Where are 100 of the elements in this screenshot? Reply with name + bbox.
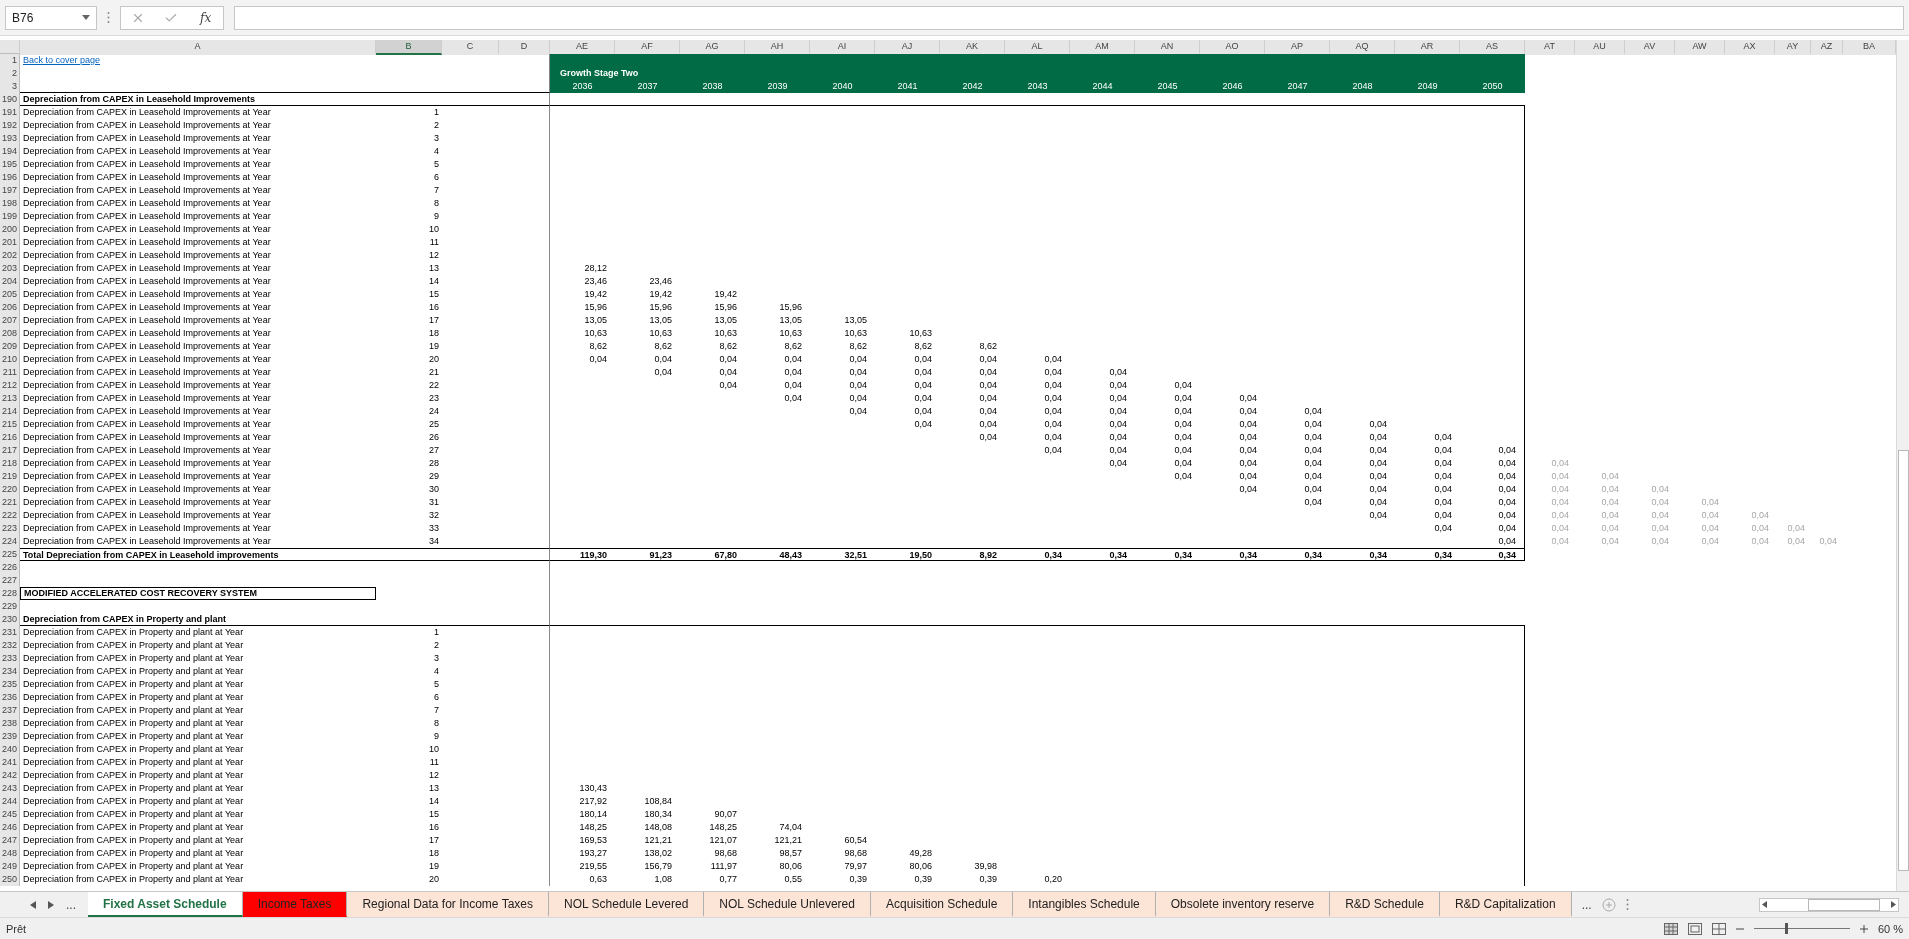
row-number[interactable]: 250 xyxy=(0,873,20,886)
more-sheets-right[interactable]: ... xyxy=(1581,897,1592,912)
sheet-tab[interactable]: Acquisition Schedule xyxy=(870,892,1014,917)
row-number[interactable]: 205 xyxy=(0,288,20,301)
column-header[interactable]: AV xyxy=(1625,40,1675,55)
sheet-tab[interactable]: Fixed Asset Schedule xyxy=(88,892,243,917)
sheet-tab[interactable]: Obsolete inventory reserve xyxy=(1155,892,1331,917)
row-number[interactable]: 247 xyxy=(0,834,20,847)
row-number[interactable]: 232 xyxy=(0,639,20,652)
row-number[interactable]: 200 xyxy=(0,223,20,236)
row-number[interactable]: 230 xyxy=(0,613,20,626)
row-number[interactable]: 196 xyxy=(0,171,20,184)
row-number[interactable]: 214 xyxy=(0,405,20,418)
sheet-tab[interactable]: Intangibles Schedule xyxy=(1013,892,1156,917)
column-header[interactable]: AU xyxy=(1575,40,1625,55)
row-number[interactable]: 221 xyxy=(0,496,20,509)
row-number[interactable]: 194 xyxy=(0,145,20,158)
row-number[interactable]: 191 xyxy=(0,106,20,119)
row-number[interactable]: 236 xyxy=(0,691,20,704)
row-number[interactable]: 198 xyxy=(0,197,20,210)
row-number[interactable]: 218 xyxy=(0,457,20,470)
row-number[interactable]: 217 xyxy=(0,444,20,457)
sheet-tab[interactable]: R&D Capitalization xyxy=(1439,892,1572,917)
page-break-icon[interactable] xyxy=(1711,922,1726,935)
zoom-thumb[interactable] xyxy=(1784,923,1788,934)
row-number[interactable]: 212 xyxy=(0,379,20,392)
scroll-right-icon[interactable] xyxy=(1891,901,1896,908)
row-number[interactable]: 211 xyxy=(0,366,20,379)
row-number[interactable]: 215 xyxy=(0,418,20,431)
column-header[interactable]: AY xyxy=(1775,40,1811,55)
row-number[interactable]: 229 xyxy=(0,600,20,613)
row-number[interactable]: 231 xyxy=(0,626,20,639)
vertical-scrollbar[interactable] xyxy=(1896,40,1909,891)
more-sheets-left[interactable]: ... xyxy=(66,897,76,912)
row-number[interactable]: 235 xyxy=(0,678,20,691)
row-number[interactable]: 226 xyxy=(0,561,20,574)
row-number[interactable]: 209 xyxy=(0,340,20,353)
sheet-tab[interactable]: R&D Schedule xyxy=(1330,892,1440,917)
row-number[interactable]: 195 xyxy=(0,158,20,171)
row-number[interactable]: 3 xyxy=(0,80,20,93)
scroll-left-icon[interactable] xyxy=(1762,901,1767,908)
page-layout-icon[interactable] xyxy=(1687,922,1702,935)
row-number[interactable]: 203 xyxy=(0,262,20,275)
row-number[interactable]: 190 xyxy=(0,93,20,106)
row-number[interactable]: 204 xyxy=(0,275,20,288)
insert-function-button[interactable]: fx xyxy=(198,10,214,25)
sheet-tab[interactable]: NOL Schedule Levered xyxy=(549,892,705,917)
column-header[interactable]: C xyxy=(442,40,499,55)
row-number[interactable]: 193 xyxy=(0,132,20,145)
row-number[interactable]: 199 xyxy=(0,210,20,223)
column-header[interactable]: A xyxy=(20,40,376,55)
row-number[interactable]: 239 xyxy=(0,730,20,743)
formula-input[interactable] xyxy=(234,5,1904,30)
cover-page-link[interactable]: Back to cover page xyxy=(20,54,376,67)
row-number[interactable]: 244 xyxy=(0,795,20,808)
sheet-tab[interactable]: Regional Data for Income Taxes xyxy=(347,892,549,917)
horizontal-scrollbar[interactable] xyxy=(1759,897,1899,912)
row-number[interactable]: 238 xyxy=(0,717,20,730)
row-number[interactable]: 223 xyxy=(0,522,20,535)
zoom-in-icon[interactable] xyxy=(1859,924,1868,933)
row-number[interactable]: 207 xyxy=(0,314,20,327)
row-number[interactable]: 208 xyxy=(0,327,20,340)
row-number[interactable]: 242 xyxy=(0,769,20,782)
sheet-tab[interactable]: NOL Schedule Unlevered xyxy=(704,892,871,917)
row-number[interactable]: 245 xyxy=(0,808,20,821)
row-number[interactable]: 237 xyxy=(0,704,20,717)
row-number[interactable]: 243 xyxy=(0,782,20,795)
row-number[interactable]: 2 xyxy=(0,67,20,80)
row-number[interactable]: 222 xyxy=(0,509,20,522)
normal-view-icon[interactable] xyxy=(1663,922,1678,935)
row-number[interactable]: 240 xyxy=(0,743,20,756)
row-number[interactable]: 224 xyxy=(0,535,20,548)
row-number[interactable]: 206 xyxy=(0,301,20,314)
column-header[interactable]: AX xyxy=(1725,40,1775,55)
sheet-tab[interactable]: Income Taxes xyxy=(242,892,348,917)
row-number[interactable]: 234 xyxy=(0,665,20,678)
row-number[interactable]: 1 xyxy=(0,54,20,67)
name-box[interactable]: B76 xyxy=(5,5,97,30)
row-number[interactable]: 202 xyxy=(0,249,20,262)
column-header[interactable]: B xyxy=(376,40,442,55)
row-number[interactable]: 220 xyxy=(0,483,20,496)
column-header[interactable]: D xyxy=(499,40,550,55)
row-number[interactable]: 225 xyxy=(0,548,20,561)
row-number[interactable]: 216 xyxy=(0,431,20,444)
column-header[interactable]: AZ xyxy=(1811,40,1843,55)
row-number[interactable]: 246 xyxy=(0,821,20,834)
column-header[interactable]: AT xyxy=(1525,40,1575,55)
row-number[interactable]: 201 xyxy=(0,236,20,249)
row-number[interactable]: 227 xyxy=(0,574,20,587)
column-header[interactable]: AW xyxy=(1675,40,1725,55)
row-number[interactable]: 248 xyxy=(0,847,20,860)
row-number[interactable]: 228 xyxy=(0,587,20,600)
previous-sheet-icon[interactable] xyxy=(30,900,36,909)
row-number[interactable]: 219 xyxy=(0,470,20,483)
row-number[interactable]: 233 xyxy=(0,652,20,665)
column-header[interactable]: BA xyxy=(1843,40,1896,55)
row-number[interactable]: 241 xyxy=(0,756,20,769)
row-number[interactable]: 197 xyxy=(0,184,20,197)
row-number[interactable]: 213 xyxy=(0,392,20,405)
row-number[interactable]: 192 xyxy=(0,119,20,132)
